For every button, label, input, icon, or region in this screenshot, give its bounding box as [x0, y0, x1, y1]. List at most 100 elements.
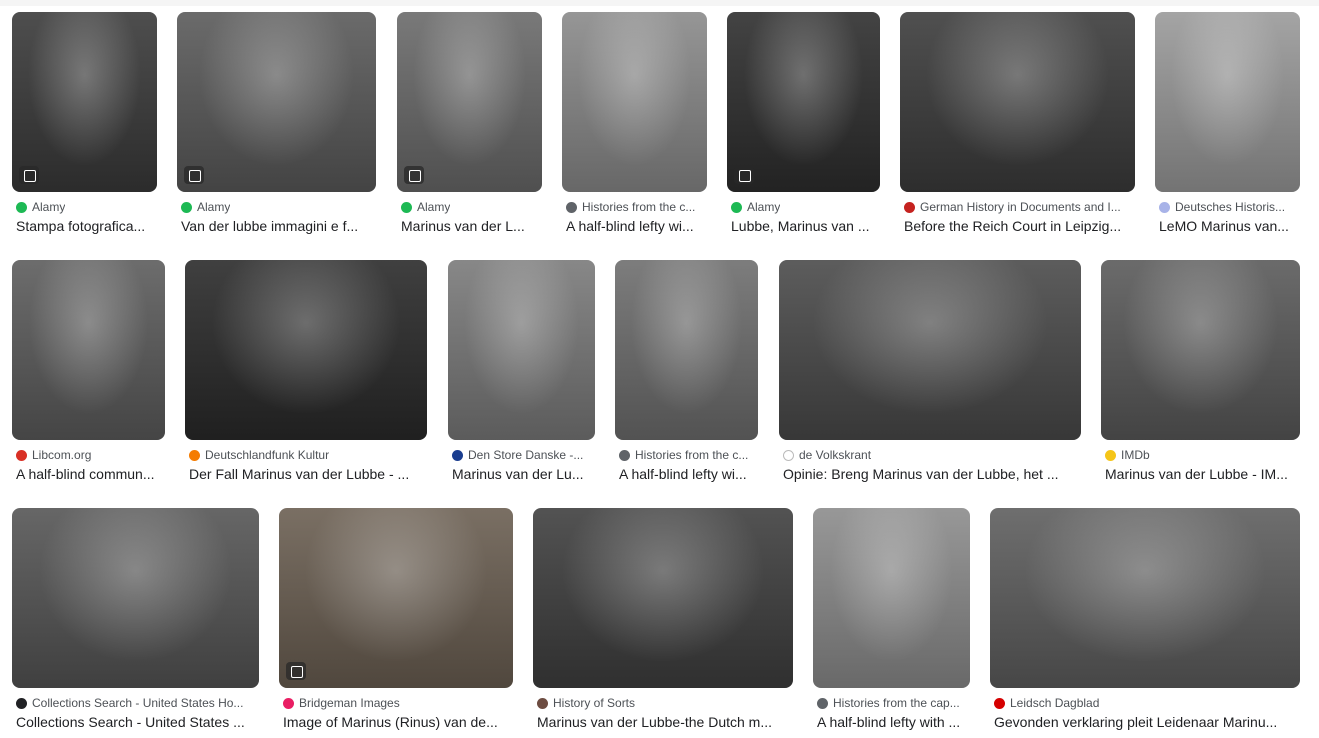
result-title[interactable]: Marinus van der L... [401, 218, 544, 234]
source-name: Den Store Danske -... [468, 448, 584, 462]
result-title[interactable]: LeMO Marinus van... [1159, 218, 1302, 234]
source-name: Histories from the c... [635, 448, 749, 462]
result-source[interactable]: de Volkskrant [783, 448, 1081, 462]
site-favicon-icon [994, 697, 1005, 709]
result-source[interactable]: History of Sorts [537, 696, 793, 710]
site-favicon-icon [619, 449, 630, 461]
photo-placeholder [533, 508, 793, 688]
result-source[interactable]: IMDb [1105, 448, 1300, 462]
source-name: German History in Documents and I... [920, 200, 1121, 214]
image-result-card[interactable]: Leidsch Dagblad Gevonden verklaring pleit… [990, 508, 1300, 738]
source-name: Leidsch Dagblad [1010, 696, 1100, 710]
result-thumbnail[interactable] [177, 12, 376, 192]
result-thumbnail[interactable] [185, 260, 427, 440]
result-title[interactable]: Marinus van der Lubbe-the Dutch m... [537, 714, 795, 730]
result-thumbnail[interactable] [900, 12, 1135, 192]
result-title[interactable]: Stampa fotografica... [16, 218, 159, 234]
site-favicon-icon [731, 201, 742, 213]
result-thumbnail[interactable] [12, 508, 259, 688]
photo-placeholder [1101, 260, 1300, 440]
image-result-card[interactable]: Histories from the c... A half-blind left… [615, 260, 758, 500]
result-title[interactable]: Marinus van der Lubbe - IM... [1105, 466, 1302, 482]
image-result-card[interactable]: Alamy Marinus van der L... [397, 12, 542, 252]
result-title[interactable]: Opinie: Breng Marinus van der Lubbe, het… [783, 466, 1083, 482]
image-result-card[interactable]: History of Sorts Marinus van der Lubbe-th… [533, 508, 793, 738]
result-thumbnail[interactable] [779, 260, 1081, 440]
photo-placeholder [448, 260, 595, 440]
photo-placeholder [562, 12, 707, 192]
result-title[interactable]: Before the Reich Court in Leipzig... [904, 218, 1137, 234]
photo-placeholder [185, 260, 427, 440]
result-source[interactable]: Deutsches Historis... [1159, 200, 1300, 214]
result-thumbnail[interactable] [990, 508, 1300, 688]
source-name: Bridgeman Images [299, 696, 400, 710]
result-title[interactable]: A half-blind commun... [16, 466, 167, 482]
image-result-card[interactable]: Histories from the c... A half-blind left… [562, 12, 707, 252]
site-favicon-icon [189, 449, 200, 461]
result-source[interactable]: Collections Search - United States Ho... [16, 696, 259, 710]
image-badge-icon [734, 166, 754, 184]
source-name: Collections Search - United States Ho... [32, 696, 244, 710]
result-source[interactable]: Histories from the cap... [817, 696, 970, 710]
result-source[interactable]: Libcom.org [16, 448, 165, 462]
result-title[interactable]: Gevonden verklaring pleit Leidenaar Mari… [994, 714, 1302, 730]
source-name: Alamy [197, 200, 231, 214]
site-favicon-icon [16, 449, 27, 461]
result-title[interactable]: Image of Marinus (Rinus) van de... [283, 714, 515, 730]
result-source[interactable]: Bridgeman Images [283, 696, 513, 710]
image-result-card[interactable]: Alamy Van der lubbe immagini e f... [177, 12, 376, 252]
site-favicon-icon [181, 201, 192, 213]
image-result-card[interactable]: Libcom.org A half-blind commun... [12, 260, 165, 500]
result-source[interactable]: Deutschlandfunk Kultur [189, 448, 427, 462]
result-thumbnail[interactable] [813, 508, 970, 688]
image-result-card[interactable]: Collections Search - United States Ho...… [12, 508, 259, 738]
result-title[interactable]: Der Fall Marinus van der Lubbe - ... [189, 466, 429, 482]
result-title[interactable]: Collections Search - United States ... [16, 714, 261, 730]
image-result-card[interactable]: Deutschlandfunk Kultur Der Fall Marinus v… [185, 260, 427, 500]
site-favicon-icon [16, 201, 27, 213]
result-source[interactable]: Histories from the c... [619, 448, 758, 462]
image-result-card[interactable]: de Volkskrant Opinie: Breng Marinus van d… [779, 260, 1081, 500]
image-result-card[interactable]: Deutsches Historis... LeMO Marinus van... [1155, 12, 1300, 252]
result-source[interactable]: Alamy [731, 200, 880, 214]
result-source[interactable]: German History in Documents and I... [904, 200, 1135, 214]
result-thumbnail[interactable] [562, 12, 707, 192]
image-result-card[interactable]: Alamy Stampa fotografica... [12, 12, 157, 252]
photo-placeholder [990, 508, 1300, 688]
image-result-card[interactable]: Histories from the cap... A half-blind le… [813, 508, 970, 738]
result-thumbnail[interactable] [615, 260, 758, 440]
result-source[interactable]: Histories from the c... [566, 200, 707, 214]
source-name: IMDb [1121, 448, 1150, 462]
photo-placeholder [12, 508, 259, 688]
result-thumbnail[interactable] [448, 260, 595, 440]
result-thumbnail[interactable] [1101, 260, 1300, 440]
site-favicon-icon [537, 697, 548, 709]
result-thumbnail[interactable] [727, 12, 880, 192]
image-result-card[interactable]: Den Store Danske -... Marinus van der Lu.… [448, 260, 595, 500]
image-result-card[interactable]: German History in Documents and I... Befo… [900, 12, 1135, 252]
result-title[interactable]: A half-blind lefty wi... [619, 466, 760, 482]
site-favicon-icon [401, 201, 412, 213]
image-result-card[interactable]: IMDb Marinus van der Lubbe - IM... [1101, 260, 1300, 500]
image-result-card[interactable]: Alamy Lubbe, Marinus van ... [727, 12, 880, 252]
source-name: de Volkskrant [799, 448, 872, 462]
result-thumbnail[interactable] [397, 12, 542, 192]
image-badge-icon [404, 166, 424, 184]
result-title[interactable]: Marinus van der Lu... [452, 466, 597, 482]
result-title[interactable]: A half-blind lefty with ... [817, 714, 972, 730]
result-title[interactable]: Van der lubbe immagini e f... [181, 218, 378, 234]
result-source[interactable]: Alamy [16, 200, 157, 214]
result-source[interactable]: Alamy [181, 200, 376, 214]
result-thumbnail[interactable] [1155, 12, 1300, 192]
result-title[interactable]: A half-blind lefty wi... [566, 218, 709, 234]
result-thumbnail[interactable] [12, 260, 165, 440]
result-source[interactable]: Den Store Danske -... [452, 448, 595, 462]
site-favicon-icon [904, 201, 915, 213]
result-thumbnail[interactable] [279, 508, 513, 688]
result-source[interactable]: Alamy [401, 200, 542, 214]
result-thumbnail[interactable] [12, 12, 157, 192]
result-thumbnail[interactable] [533, 508, 793, 688]
result-source[interactable]: Leidsch Dagblad [994, 696, 1300, 710]
result-title[interactable]: Lubbe, Marinus van ... [731, 218, 882, 234]
image-result-card[interactable]: Bridgeman Images Image of Marinus (Rinus)… [279, 508, 513, 738]
